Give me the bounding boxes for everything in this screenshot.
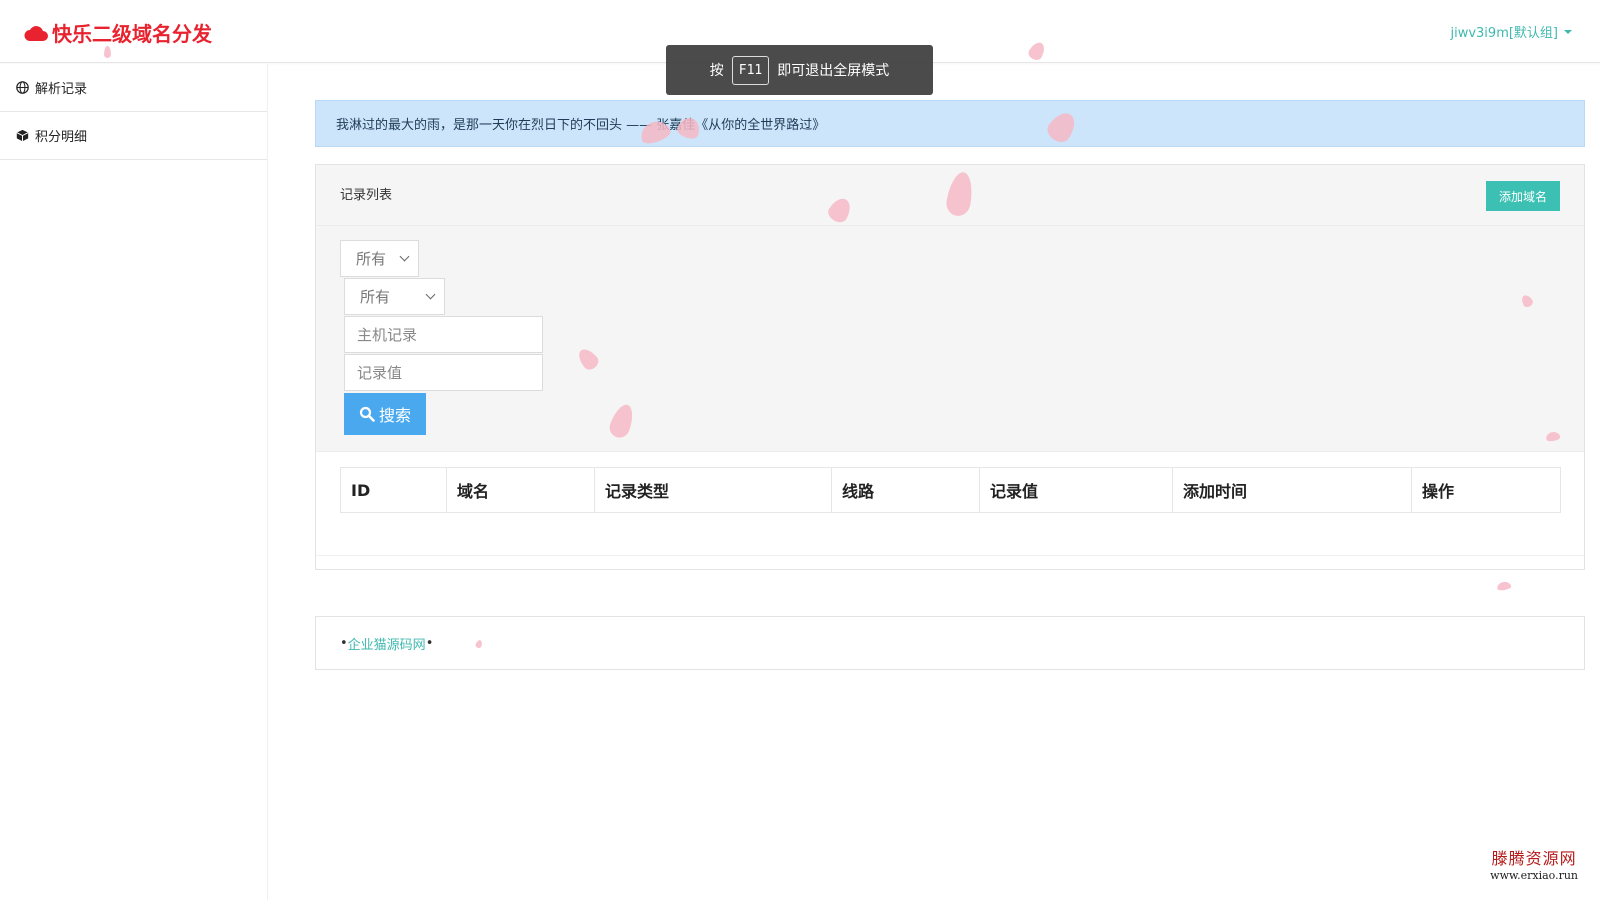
watermark-title: 滕腾资源网	[1491, 849, 1577, 868]
sidebar-item-points[interactable]: 积分明细	[0, 112, 267, 160]
petal-decoration	[104, 46, 111, 58]
watermark-url: www.erxiao.run	[1490, 869, 1578, 882]
chevron-down-icon	[399, 251, 410, 262]
col-actions[interactable]: 操作	[1411, 467, 1561, 513]
records-panel: 记录列表 添加域名 所有 所有 搜索	[315, 164, 1585, 570]
search-label: 搜索	[378, 408, 411, 425]
sidebar-item-records[interactable]: 解析记录	[0, 64, 267, 112]
toast-prefix: 按	[709, 63, 724, 79]
col-record-value[interactable]: 记录值	[979, 467, 1173, 513]
sidebar-item-label: 积分明细	[35, 130, 88, 145]
type-select-value: 所有	[356, 250, 387, 268]
notice-banner: 我淋过的最大的雨，是那一天你在烈日下的不回头 —— 张嘉佳《从你的全世界路过》	[315, 100, 1585, 147]
line-select[interactable]: 所有	[344, 278, 445, 315]
toast-key: F11	[731, 55, 770, 85]
sidebar-item-label: 解析记录	[35, 82, 88, 97]
panel-divider	[316, 555, 1584, 556]
fullscreen-toast: 按 F11 即可退出全屏模式	[666, 45, 933, 95]
chevron-down-icon	[425, 289, 436, 300]
col-record-type[interactable]: 记录类型	[594, 467, 832, 513]
sidebar: 解析记录 积分明细	[0, 64, 268, 900]
search-icon	[359, 406, 375, 422]
type-select[interactable]: 所有	[340, 240, 419, 277]
search-button[interactable]: 搜索	[344, 393, 426, 435]
records-table: ID 域名 记录类型 线路 记录值 添加时间 操作	[340, 467, 1561, 513]
col-domain[interactable]: 域名	[446, 467, 595, 513]
record-value-input[interactable]	[344, 354, 543, 391]
brand-logo[interactable]: 快乐二级域名分发	[24, 18, 212, 47]
col-added-time[interactable]: 添加时间	[1172, 467, 1412, 513]
user-label: jiwv3i9m[默认组]	[1450, 26, 1558, 41]
brand-title: 快乐二级域名分发	[52, 22, 212, 46]
cloud-icon	[24, 25, 48, 41]
footer-bullet: •	[425, 635, 434, 651]
footer-links: • 企业猫源码网 •	[315, 616, 1585, 670]
line-select-value: 所有	[360, 288, 391, 306]
col-line[interactable]: 线路	[831, 467, 980, 513]
globe-icon	[16, 81, 29, 94]
add-domain-button[interactable]: 添加域名	[1485, 181, 1560, 211]
user-menu[interactable]: jiwv3i9m[默认组]	[1450, 22, 1572, 41]
notice-text: 我淋过的最大的雨，是那一天你在烈日下的不回头 —— 张嘉佳《从你的全世界路过》	[336, 118, 826, 133]
footer-bullet: •	[340, 635, 348, 651]
filter-form: 所有 所有 搜索	[316, 226, 1584, 452]
caret-down-icon	[1564, 29, 1572, 34]
panel-title: 记录列表	[340, 188, 393, 203]
toast-suffix: 即可退出全屏模式	[777, 63, 890, 79]
col-id[interactable]: ID	[340, 467, 447, 513]
host-record-input[interactable]	[344, 316, 543, 353]
cube-icon	[16, 129, 29, 142]
watermark: 滕腾资源网 www.erxiao.run	[1490, 845, 1578, 882]
table-header-row: ID 域名 记录类型 线路 记录值 添加时间 操作	[340, 467, 1561, 513]
footer-link[interactable]: 企业猫源码网	[348, 634, 426, 653]
